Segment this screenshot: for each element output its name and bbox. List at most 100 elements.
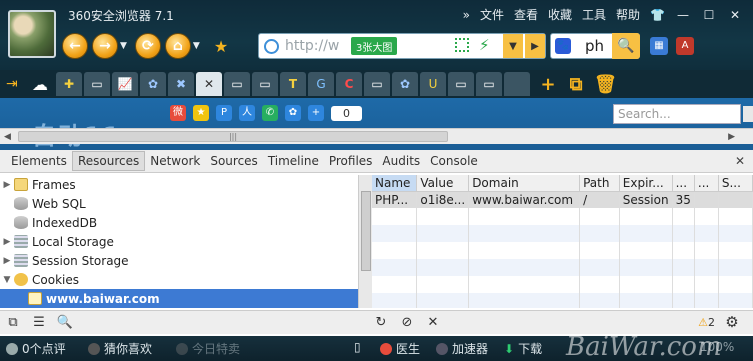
cloud-icon[interactable]: ☁ [26, 75, 54, 94]
table-row[interactable]: PHP... o1i8e... www.baiwar.com / Session… [372, 191, 753, 208]
close-tab-icon[interactable]: ✕ [204, 77, 214, 91]
menu-file[interactable]: 文件 [480, 6, 504, 23]
download-item[interactable]: ⬇ 下载 [504, 340, 542, 357]
settings-gear-icon[interactable]: ⚙ [719, 313, 745, 331]
page-search-input[interactable]: Search... [613, 104, 741, 124]
column-header-value[interactable]: Value [416, 175, 470, 192]
p-share-icon[interactable]: P [216, 105, 232, 121]
menu-favorites[interactable]: 收藏 [548, 6, 572, 23]
home-dropdown-icon[interactable]: ▼ [193, 41, 200, 51]
tab-resources[interactable]: Resources [71, 151, 146, 171]
clear-all-icon[interactable]: ⊘ [394, 315, 420, 330]
menu-tools[interactable]: 工具 [582, 6, 606, 23]
tree-scrollbar[interactable] [358, 175, 372, 308]
warning-count[interactable]: ⚠2 [698, 316, 715, 329]
tab-timeline[interactable]: Timeline [263, 152, 324, 170]
sidebar-toggle-icon[interactable]: ⇥ [6, 76, 26, 92]
expand-icon[interactable]: ▶ [0, 237, 14, 247]
tree-item-cookies[interactable]: ▼ Cookies [0, 270, 358, 289]
go-icon[interactable]: ▶ [525, 34, 545, 58]
tab-elements[interactable]: Elements [6, 152, 72, 170]
tab-4[interactable]: ✿ [140, 72, 166, 96]
address-bar[interactable]: http://w 3张大图 ⚡ ▼ ▶ [258, 33, 546, 59]
tab-16[interactable]: ▭ [476, 72, 502, 96]
tree-item-frames[interactable]: ▶ Frames [0, 175, 358, 194]
home-button[interactable]: ⌂ [164, 33, 191, 59]
scroll-right-icon[interactable]: ▶ [728, 132, 735, 142]
tab-7[interactable]: ▭ [224, 72, 250, 96]
tab-audits[interactable]: Audits [377, 152, 425, 170]
lightning-icon[interactable]: ⚡ [479, 36, 490, 54]
image-badge[interactable]: 3张大图 [351, 37, 398, 55]
forward-button[interactable]: → [92, 33, 118, 59]
scroll-thumb[interactable]: ||| [18, 131, 448, 142]
paw-share-icon[interactable]: ✿ [285, 105, 301, 121]
star-share-icon[interactable]: ★ [193, 105, 209, 121]
close-devtools-icon[interactable]: ✕ [735, 154, 745, 168]
tab-17[interactable] [504, 72, 530, 96]
doctor-item[interactable]: 医生 [380, 340, 420, 357]
delete-cookie-icon[interactable]: ✕ [420, 315, 446, 330]
adobe-icon[interactable]: A [676, 37, 694, 55]
tab-console[interactable]: Console [425, 152, 483, 170]
column-header-path[interactable]: Path [579, 175, 620, 192]
comments-item[interactable]: 0个点评 [6, 340, 66, 357]
tab-13[interactable]: ✿ [392, 72, 418, 96]
tab-10[interactable]: G [308, 72, 334, 96]
restore-tab-icon[interactable]: ⧉ [566, 74, 586, 95]
column-header-size[interactable]: ... [672, 175, 695, 192]
tab-active[interactable]: ✕ [196, 72, 222, 96]
tab-11[interactable]: C [336, 72, 362, 96]
tree-item-websql[interactable]: Web SQL [0, 194, 358, 213]
tab-1[interactable]: ✚ [56, 72, 82, 96]
expand-icon[interactable]: ▶ [0, 256, 14, 266]
console-drawer-icon[interactable]: ☰ [26, 315, 52, 330]
back-button[interactable]: ← [62, 33, 88, 59]
tab-12[interactable]: ▭ [364, 72, 390, 96]
tab-2[interactable]: ▭ [84, 72, 110, 96]
tree-scroll-thumb[interactable] [361, 191, 371, 271]
column-header-name[interactable]: Name [372, 175, 418, 192]
tab-15[interactable]: ▭ [448, 72, 474, 96]
tab-sources[interactable]: Sources [205, 152, 262, 170]
tab-5[interactable]: ✖ [168, 72, 194, 96]
dock-icon[interactable]: ⧉ [0, 315, 26, 330]
new-tab-icon[interactable]: + [538, 74, 558, 95]
column-header-expires[interactable]: Expir... [619, 175, 673, 192]
close-window-icon[interactable]: ✕ [727, 8, 743, 22]
refresh-button[interactable]: ⟳ [134, 33, 161, 59]
column-header-domain[interactable]: Domain [468, 175, 581, 192]
menu-view[interactable]: 查看 [514, 6, 538, 23]
tab-3[interactable]: 📈 [112, 72, 138, 96]
tree-item-session-storage[interactable]: ▶ Session Storage [0, 251, 358, 270]
skin-icon[interactable]: 👕 [650, 8, 665, 22]
horizontal-scrollbar[interactable]: ◀ ||| ▶ [0, 128, 753, 144]
tab-profiles[interactable]: Profiles [324, 152, 378, 170]
weibo-icon[interactable]: 微 [170, 105, 186, 121]
column-header-secure[interactable]: S... [718, 175, 753, 192]
apps-grid-icon[interactable]: ▦ [650, 37, 668, 55]
renren-icon[interactable]: 人 [239, 105, 255, 121]
maximize-icon[interactable]: ☐ [701, 8, 717, 22]
minimize-icon[interactable]: — [675, 8, 691, 22]
favorite-star-icon[interactable]: ★ [214, 37, 228, 56]
scroll-left-icon[interactable]: ◀ [4, 132, 11, 142]
guess-item[interactable]: 猜你喜欢 [88, 340, 152, 357]
user-avatar[interactable] [8, 10, 56, 58]
qr-code-icon[interactable] [455, 38, 469, 52]
tab-8[interactable]: ▭ [252, 72, 278, 96]
trash-icon[interactable]: 🗑 [594, 74, 617, 95]
tab-14[interactable]: U [420, 72, 446, 96]
tree-item-cookie-domain[interactable]: www.baiwar.com [0, 289, 358, 308]
tab-9[interactable]: T [280, 72, 306, 96]
forward-dropdown-icon[interactable]: ▼ [120, 41, 127, 51]
search-icon[interactable]: 🔍 [52, 315, 78, 330]
wechat-icon[interactable]: ✆ [262, 105, 278, 121]
tab-network[interactable]: Network [145, 152, 205, 170]
search-button[interactable]: 🔍 [612, 33, 640, 59]
tree-item-local-storage[interactable]: ▶ Local Storage [0, 232, 358, 251]
collapse-icon[interactable]: ▼ [0, 275, 14, 285]
refresh-cookies-icon[interactable]: ↻ [368, 315, 394, 330]
accelerator-item[interactable]: 加速器 [436, 340, 488, 357]
search-input[interactable]: ph [585, 37, 604, 55]
